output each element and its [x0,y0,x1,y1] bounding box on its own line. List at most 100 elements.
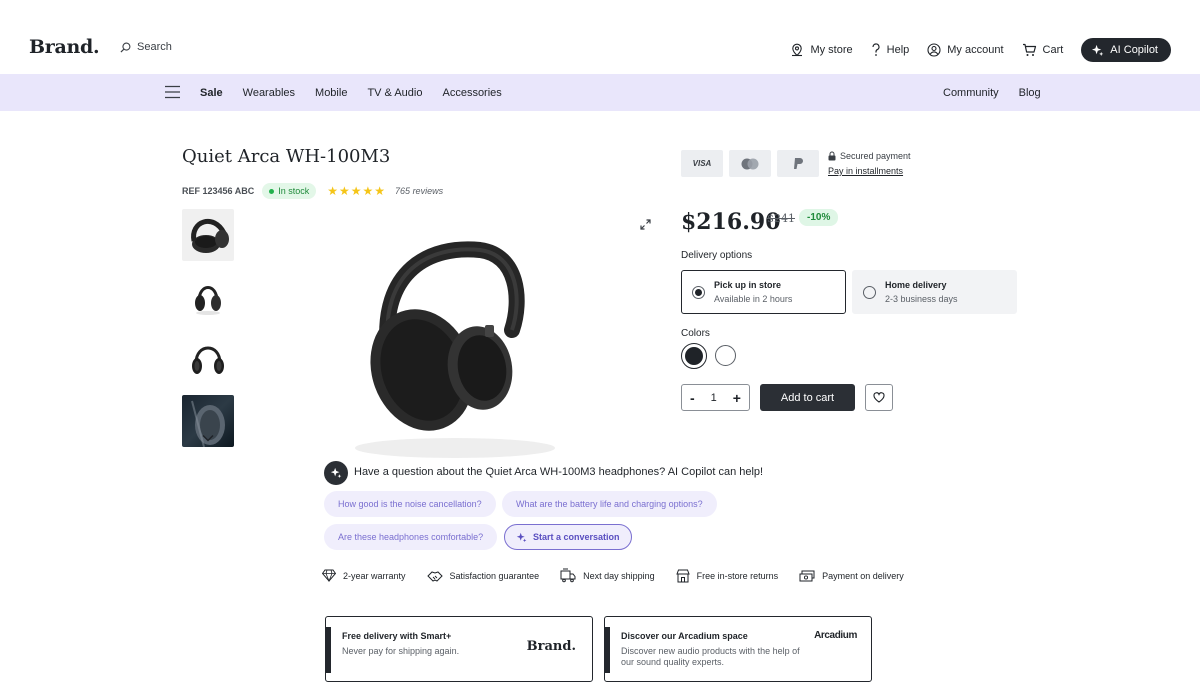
perk-warranty: 2-year warranty [322,569,406,582]
start-conversation-label: Start a conversation [533,532,620,542]
radio-unselected[interactable] [863,285,876,299]
thumbnail-list [182,209,234,457]
old-price: $241 [767,212,795,225]
help-icon [872,43,880,56]
category-menu-bar: Sale Wearables Mobile TV & Audio Accesso… [0,74,1200,111]
store-location-icon [792,43,803,56]
store-icon [675,569,690,582]
colors-label: Colors [681,328,710,339]
mastercard-icon [729,150,771,177]
ai-copilot-avatar [324,461,348,485]
star-icon: ★ [362,184,374,198]
cash-icon [799,570,815,581]
search-label: Search [137,41,172,53]
ai-copilot-button[interactable]: AI Copilot [1081,38,1171,62]
thumbnails-next-chevron-icon[interactable] [202,434,214,442]
delivery-option-home[interactable]: Home delivery 2-3 business days [852,270,1017,314]
sparkle-icon [516,532,527,542]
perk-satisfaction: Satisfaction guarantee [426,569,540,583]
promo-title: Free delivery with Smart+ [342,631,452,641]
suggestion-chip[interactable]: What are the battery life and charging o… [502,491,717,517]
my-account-label: My account [947,44,1004,56]
start-conversation-button[interactable]: Start a conversation [504,524,632,550]
payment-cards: VISA [681,150,819,177]
product-hero-image [340,240,570,460]
star-icon: ★ [350,184,362,198]
nav-community[interactable]: Community [943,87,999,99]
promo-subtitle: Discover new audio products with the hel… [621,646,800,667]
visa-card-icon: VISA [681,150,723,177]
star-icon: ★ [327,184,338,198]
nav-mobile[interactable]: Mobile [315,87,347,99]
thumbnail-2[interactable] [182,271,234,323]
brand-logo-small: Brand. [526,639,576,654]
product-ref: REF 123456 ABC [182,186,255,196]
reviews-count[interactable]: 765 reviews [395,186,443,196]
color-swatch-black[interactable] [681,343,707,369]
perk-payment: Payment on delivery [799,570,904,582]
stock-dot [269,188,275,194]
perk-warranty-label: 2-year warranty [343,570,406,581]
discount-badge: -10% [799,209,839,226]
search-button[interactable]: Search [120,41,172,53]
product-title: Quiet Arca WH-100M3 [182,146,391,167]
headphones-thumbnail-image [195,286,221,315]
brand-logo[interactable]: Brand. [29,36,100,58]
quantity-stepper: - 1 + [681,384,750,411]
nav-blog[interactable]: Blog [1019,87,1041,99]
help-label: Help [886,44,910,56]
nav-tv-audio[interactable]: TV & Audio [367,87,422,99]
handshake-icon [426,570,443,582]
lock-icon [828,151,836,161]
suggestion-chip[interactable]: Are these headphones comfortable? [324,524,498,550]
headphones-thumbnail-image [191,219,229,253]
search-icon [120,42,131,53]
perk-shipping: Next day shipping [560,568,655,583]
perk-satisfaction-label: Satisfaction guarantee [449,570,540,581]
increase-quantity-button[interactable]: + [733,390,741,406]
promo-card-arcadium[interactable]: Discover our Arcadium space Discover new… [604,616,872,682]
perk-returns-label: Free in-store returns [696,570,779,581]
current-price: $216.90 [681,209,781,235]
top-nav: My store Help My account Cart AI Copilot [790,38,1171,62]
delivery-box-icon [560,568,576,583]
my-store-link[interactable]: My store [790,43,853,58]
nav-sale[interactable]: Sale [200,87,223,99]
hamburger-menu-icon[interactable] [165,85,180,99]
quantity-value[interactable]: 1 [711,392,717,404]
visa-label: VISA [692,159,712,168]
stock-badge: In stock [262,183,317,199]
radio-selected[interactable] [692,285,705,299]
delivery-option-pickup[interactable]: Pick up in store Available in 2 hours [681,270,846,314]
help-link[interactable]: Help [871,43,910,57]
home-delivery-title: Home delivery [885,280,947,290]
suggestion-chip[interactable]: How good is the noise cancellation? [324,491,496,517]
pay-in-installments-link[interactable]: Pay in installments [828,166,903,176]
product-meta: REF 123456 ABC In stock ★ ★ ★ ★ ★ 765 review… [182,183,443,199]
promo-accent-bar [605,627,610,673]
home-delivery-sub: 2-3 business days [885,294,958,304]
nav-wearables[interactable]: Wearables [243,87,295,99]
account-icon [927,43,941,57]
pickup-sub: Available in 2 hours [714,294,793,304]
add-to-cart-button[interactable]: Add to cart [760,384,855,411]
color-swatch-white[interactable] [715,345,736,366]
expand-image-icon[interactable] [640,219,651,230]
my-account-link[interactable]: My account [927,43,1004,57]
secured-payment-label: Secured payment [840,151,911,161]
rating-stars[interactable]: ★ ★ ★ ★ ★ [327,184,385,198]
secured-payment: Secured payment [828,151,911,161]
headphones-thumbnail-image [192,346,224,374]
thumbnail-1[interactable] [182,209,234,261]
wishlist-button[interactable] [865,384,893,411]
diamond-icon [322,569,336,582]
my-store-label: My store [810,44,853,56]
decrease-quantity-button[interactable]: - [690,390,695,406]
promo-card-smart-plus[interactable]: Free delivery with Smart+ Never pay for … [325,616,593,682]
ai-copilot-label: AI Copilot [1110,44,1158,56]
sparkle-icon [330,467,342,479]
thumbnail-3[interactable] [182,333,234,385]
nav-accessories[interactable]: Accessories [442,87,501,99]
perk-payment-label: Payment on delivery [822,570,904,581]
cart-link[interactable]: Cart [1022,43,1063,57]
